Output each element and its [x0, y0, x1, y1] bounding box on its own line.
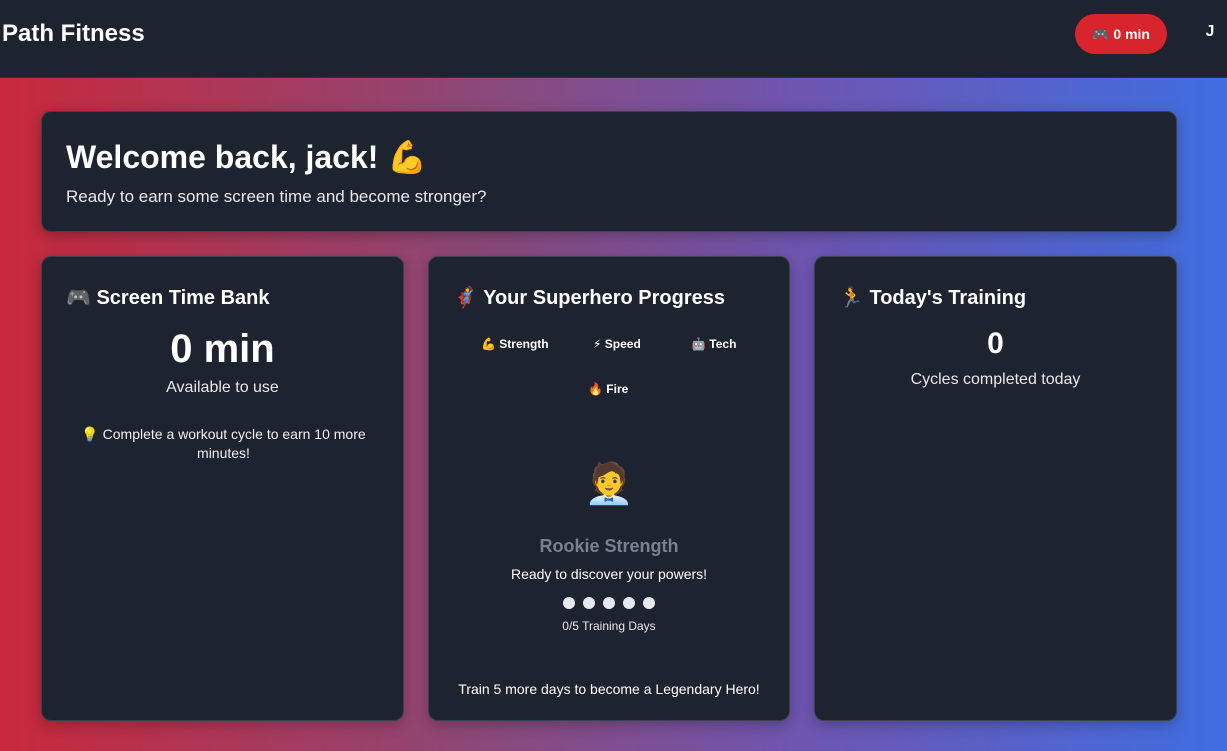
- superhero-progress-title: 🦸 Your Superhero Progress: [453, 287, 726, 309]
- todays-training-card: 🏃 Today's Training 0 Cycles completed to…: [814, 256, 1177, 721]
- hero-avatar-icon: 🧑‍💼: [584, 462, 634, 506]
- welcome-card: Welcome back, jack! 💪 Ready to earn some…: [41, 111, 1177, 232]
- training-days-label: 0/5 Training Days: [562, 619, 656, 633]
- todays-training-title: 🏃 Today's Training: [839, 287, 1027, 309]
- hero-rank: Rookie Strength: [539, 536, 679, 556]
- hero-tagline: Ready to discover your powers!: [510, 566, 708, 582]
- screen-time-badge[interactable]: 🎮 0 min: [1075, 14, 1167, 54]
- progress-dot: [583, 597, 595, 609]
- power-tech[interactable]: 🤖 Tech: [691, 337, 736, 351]
- progress-dot: [623, 597, 635, 609]
- screen-time-badge-label: 0 min: [1113, 26, 1150, 42]
- progress-dot: [603, 597, 615, 609]
- superhero-progress-card: 🦸 Your Superhero Progress 💪 Strength ⚡ S…: [428, 256, 790, 721]
- workout-tip: 💡 Complete a workout cycle to earn 10 mo…: [81, 426, 366, 461]
- power-speed[interactable]: ⚡ Speed: [593, 337, 641, 351]
- power-fire[interactable]: 🔥 Fire: [588, 382, 628, 396]
- power-strength[interactable]: 💪 Strength: [481, 337, 549, 351]
- welcome-title: Welcome back, jack! 💪: [66, 139, 428, 175]
- screen-time-available-label: Available to use: [166, 379, 279, 396]
- cycles-label: Cycles completed today: [910, 371, 1081, 388]
- user-avatar[interactable]: J: [1200, 23, 1220, 43]
- app-brand[interactable]: Path Fitness: [2, 20, 145, 48]
- screen-time-bank-card: 🎮 Screen Time Bank 0 min Available to us…: [41, 256, 404, 721]
- cycles-count: 0: [987, 327, 1004, 360]
- top-navbar: Path Fitness 🎮 0 min J: [0, 0, 1227, 78]
- training-days-progress: [429, 597, 789, 609]
- legendary-goal-text: Train 5 more days to become a Legendary …: [458, 681, 760, 697]
- progress-dot: [643, 597, 655, 609]
- screen-time-value: 0 min: [170, 327, 275, 371]
- gamepad-icon: 🎮: [1091, 25, 1110, 42]
- welcome-subtitle: Ready to earn some screen time and becom…: [66, 187, 487, 206]
- screen-time-bank-title: 🎮 Screen Time Bank: [66, 287, 270, 309]
- progress-dot: [563, 597, 575, 609]
